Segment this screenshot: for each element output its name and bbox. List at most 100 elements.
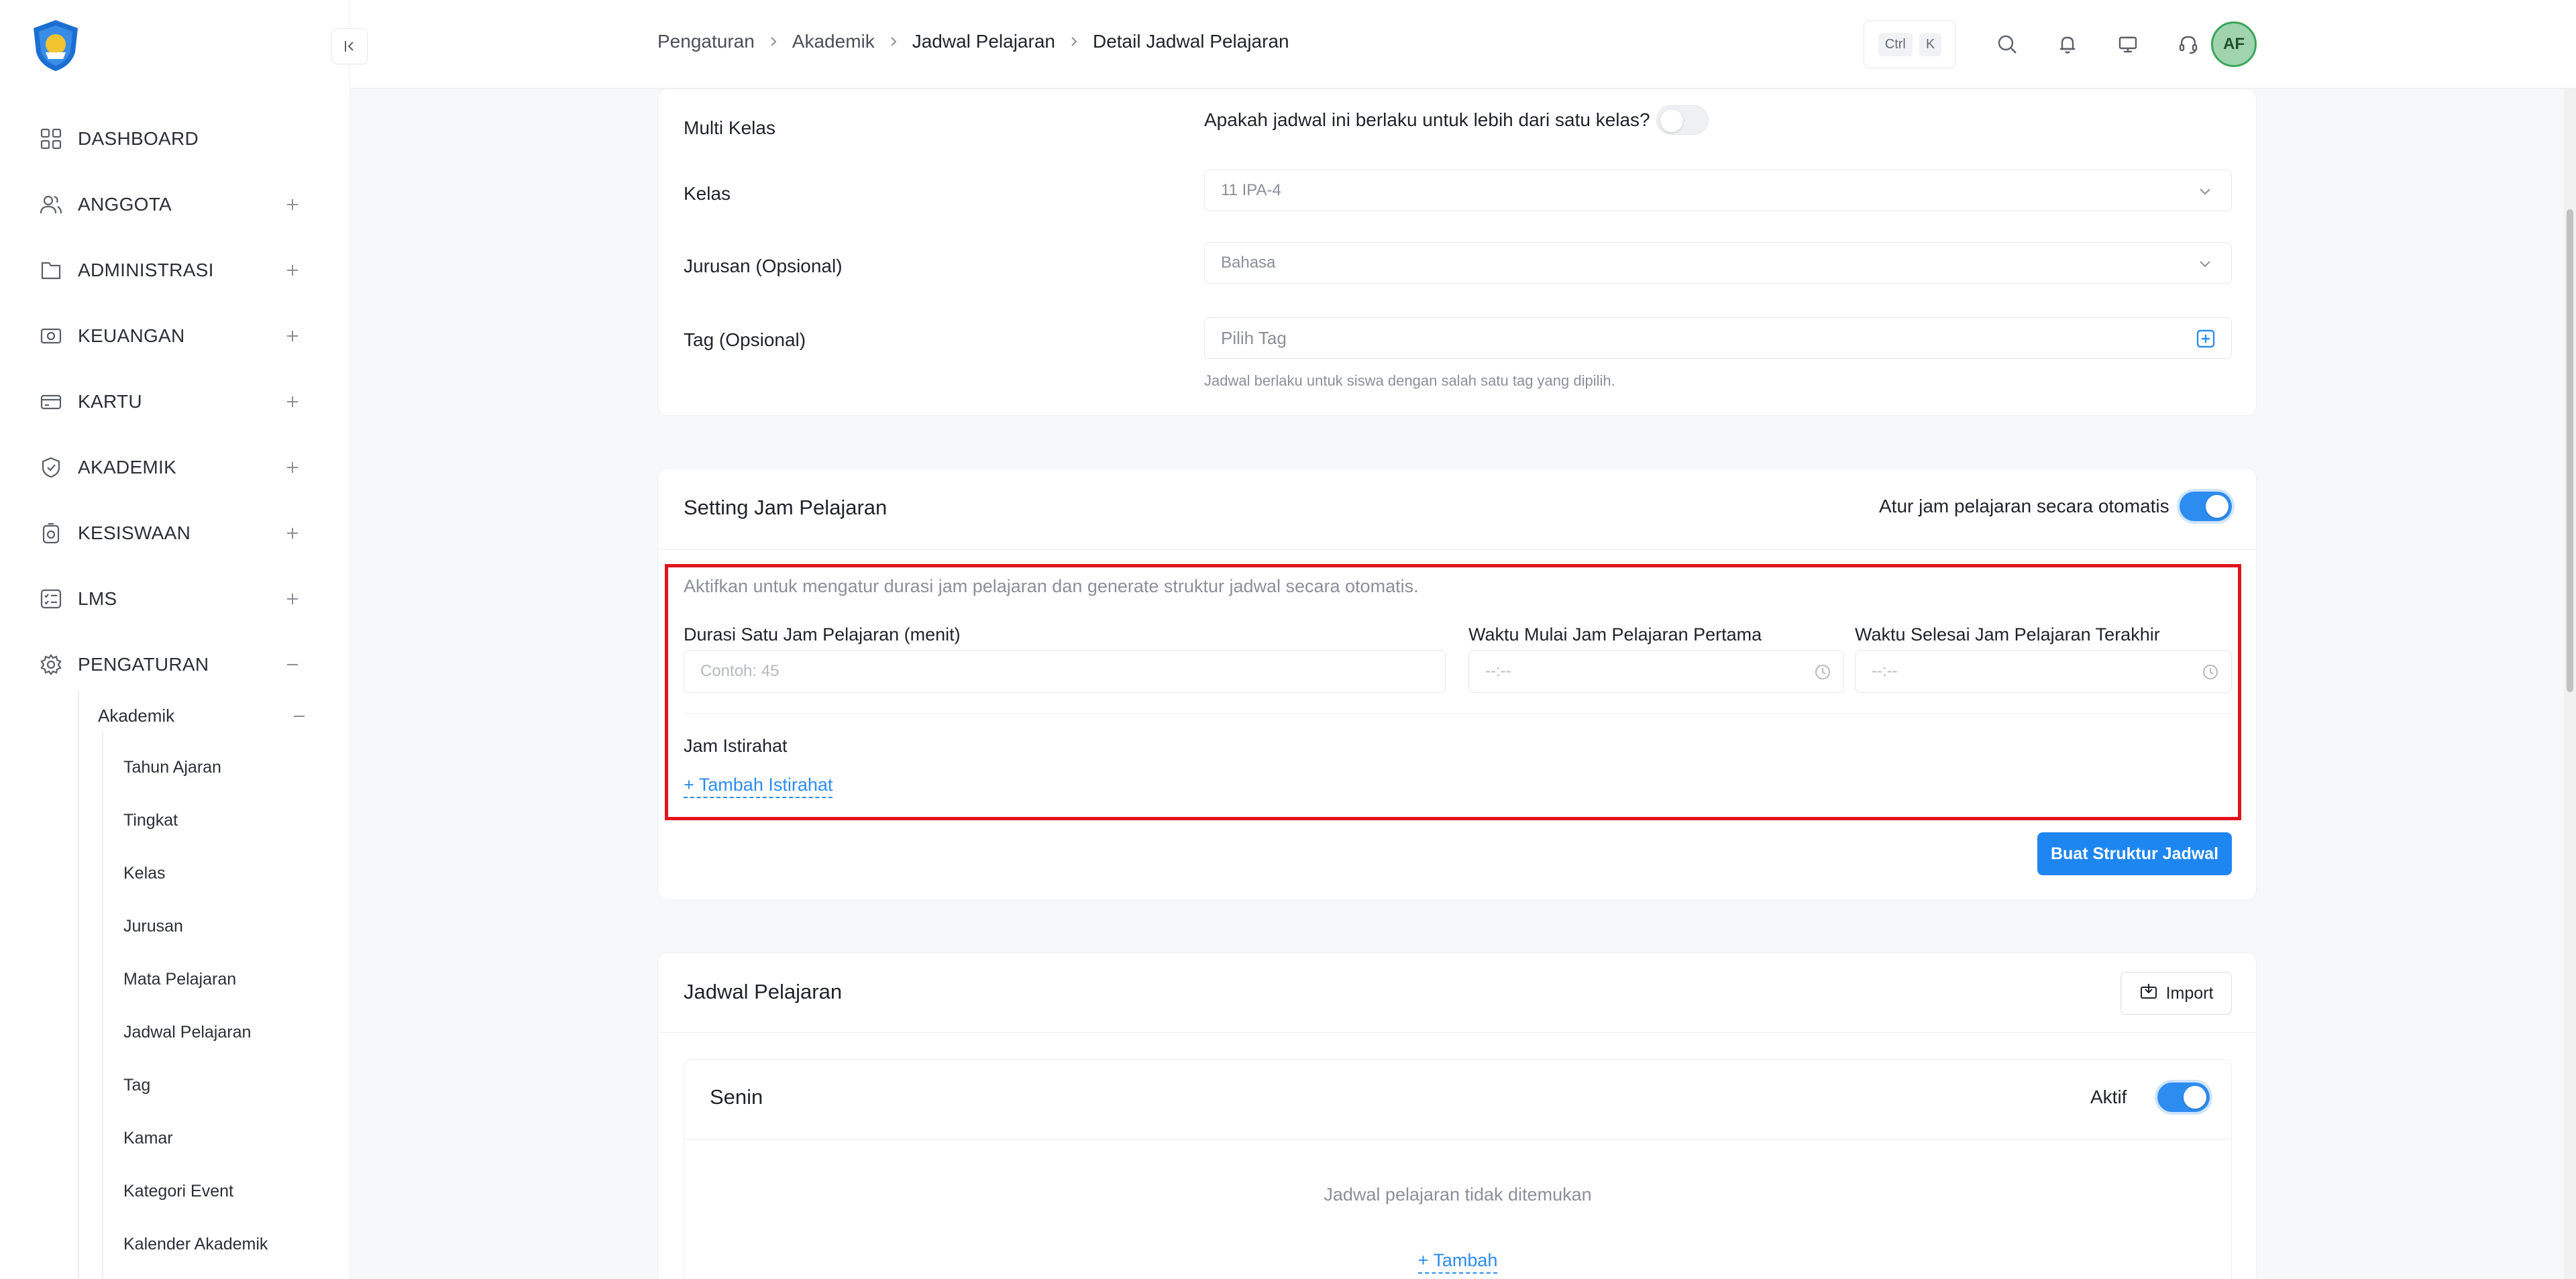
checklist-icon xyxy=(38,586,64,612)
monitor-icon[interactable] xyxy=(2113,30,2143,59)
sidebar-link-kategori-event[interactable]: Kategori Event xyxy=(123,1174,233,1208)
minus-icon[interactable] xyxy=(286,703,313,730)
sidebar-item-pengaturan[interactable]: PENGATURAN xyxy=(38,645,313,685)
import-label: Import xyxy=(2165,983,2214,1003)
day-card-senin: Senin Aktif Jadwal pelajaran tidak ditem… xyxy=(684,1059,2232,1279)
sidebar-item-anggota[interactable]: ANGGOTA xyxy=(38,184,313,225)
sidebar-item-administrasi[interactable]: ADMINISTRASI xyxy=(38,250,313,290)
sidebar-link-mata-pelajaran[interactable]: Mata Pelajaran xyxy=(123,962,236,996)
money-icon xyxy=(38,323,64,349)
auto-schedule-label: Atur jam pelajaran secara otomatis xyxy=(1879,496,2169,516)
jadwal-title: Jadwal Pelajaran xyxy=(684,980,843,1003)
sidebar-link-tingkat[interactable]: Tingkat xyxy=(123,803,178,837)
sidebar-link-jurusan[interactable]: Jurusan xyxy=(123,909,183,943)
sidebar-link-kelas[interactable]: Kelas xyxy=(123,856,166,890)
sidebar-item-label: KEUANGAN xyxy=(78,325,185,346)
avatar[interactable]: AF xyxy=(2211,21,2257,67)
setting-jam-title: Setting Jam Pelajaran xyxy=(684,496,888,519)
sidebar-item-lms[interactable]: LMS xyxy=(38,579,313,619)
breadcrumb-jadwal-pelajaran[interactable]: Jadwal Pelajaran xyxy=(912,31,1055,52)
plus-icon[interactable] xyxy=(279,520,306,547)
jurusan-select[interactable]: Bahasa xyxy=(1204,242,2232,284)
chevron-down-icon xyxy=(2196,182,2214,200)
folder-icon xyxy=(38,257,64,284)
active-label: Aktif xyxy=(2090,1087,2127,1107)
sidebar-item-kesiswaan[interactable]: KESISWAAN xyxy=(38,513,313,553)
jurusan-label: Jurusan (Opsional) xyxy=(684,256,843,276)
tree-line xyxy=(102,731,103,1279)
jurusan-select-value: Bahasa xyxy=(1221,254,1276,272)
plus-icon[interactable] xyxy=(279,191,306,218)
plus-icon[interactable] xyxy=(279,323,306,349)
divider xyxy=(658,549,2256,550)
tag-select[interactable]: Pilih Tag xyxy=(1204,317,2232,359)
sidebar-item-label: LMS xyxy=(78,588,117,609)
multi-kelas-toggle[interactable] xyxy=(1656,105,1709,135)
command-shortcut-button[interactable]: Ctrl K xyxy=(1864,20,1956,68)
day-title: Senin xyxy=(710,1085,763,1109)
toggle-knob xyxy=(2184,1086,2206,1109)
sidebar-item-label: ADMINISTRASI xyxy=(78,260,214,280)
sidebar-link-kalender-akademik[interactable]: Kalender Akademik xyxy=(123,1227,268,1261)
sidebar-item-label: KARTU xyxy=(78,391,142,412)
chevron-down-icon xyxy=(2196,255,2214,272)
plus-icon[interactable] xyxy=(279,257,306,284)
tag-label: Tag (Opsional) xyxy=(684,329,806,350)
plus-icon[interactable] xyxy=(279,388,306,415)
sidebar-item-akademik[interactable]: AKADEMIK xyxy=(38,447,313,488)
top-header: Pengaturan Akademik Jadwal Pelajaran Det… xyxy=(350,0,2576,89)
sidebar-link-tahun-ajaran[interactable]: Tahun Ajaran xyxy=(123,750,221,784)
sidebar-item-dashboard[interactable]: DASHBOARD xyxy=(38,119,313,159)
sidebar-link-kamar[interactable]: Kamar xyxy=(123,1121,173,1155)
logo[interactable] xyxy=(27,17,85,74)
plus-icon[interactable] xyxy=(279,454,306,481)
day-active-toggle[interactable] xyxy=(2157,1082,2210,1112)
sidebar-item-label: KESISWAAN xyxy=(78,522,191,543)
badge-icon xyxy=(38,520,64,547)
gear-icon xyxy=(38,651,64,678)
divider xyxy=(658,1032,2256,1033)
shield-icon xyxy=(38,454,64,481)
grid-icon xyxy=(38,125,64,152)
add-schedule-link[interactable]: + Tambah xyxy=(1417,1250,1498,1274)
tag-hint: Jadwal berlaku untuk siswa dengan salah … xyxy=(1204,372,1615,389)
sidebar-subitem-akademik[interactable]: Akademik xyxy=(98,699,174,732)
chevron-right-icon xyxy=(768,36,779,47)
sidebar-subitem-label: Akademik xyxy=(98,705,175,726)
users-icon xyxy=(38,191,64,218)
kbd-k: K xyxy=(1919,32,1942,56)
headset-icon[interactable] xyxy=(2174,30,2203,59)
minus-icon[interactable] xyxy=(279,651,306,678)
sidebar-item-label: PENGATURAN xyxy=(78,654,209,675)
kbd-ctrl: Ctrl xyxy=(1878,32,1913,56)
scrollbar-thumb[interactable] xyxy=(2567,209,2573,692)
breadcrumb-current: Detail Jadwal Pelajaran xyxy=(1092,31,1289,52)
sidebar-link-tag[interactable]: Tag xyxy=(123,1068,150,1102)
auto-schedule-toggle[interactable] xyxy=(2180,492,2232,521)
toggle-knob xyxy=(2206,495,2229,518)
add-square-icon[interactable] xyxy=(2195,328,2216,349)
build-schedule-button[interactable]: Buat Struktur Jadwal xyxy=(2037,832,2232,875)
kelas-select[interactable]: 11 IPA-4 xyxy=(1204,170,2232,211)
plus-icon[interactable] xyxy=(279,586,306,612)
collapse-sidebar-button[interactable] xyxy=(331,28,368,64)
multi-kelas-question: Apakah jadwal ini berlaku untuk lebih da… xyxy=(1204,109,1650,130)
scrollbar[interactable] xyxy=(2564,89,2576,1279)
breadcrumb: Pengaturan Akademik Jadwal Pelajaran Det… xyxy=(657,31,1289,52)
kelas-select-value: 11 IPA-4 xyxy=(1221,181,1281,199)
search-icon[interactable] xyxy=(1992,30,2022,59)
bell-icon[interactable] xyxy=(2053,30,2082,59)
breadcrumb-pengaturan[interactable]: Pengaturan xyxy=(657,31,755,52)
sidebar-item-keuangan[interactable]: KEUANGAN xyxy=(38,316,313,356)
sidebar-item-label: DASHBOARD xyxy=(78,128,199,149)
class-settings-card: Multi Kelas Apakah jadwal ini berlaku un… xyxy=(657,89,2257,416)
toggle-knob xyxy=(1660,109,1683,132)
import-icon xyxy=(2139,982,2158,1005)
import-button[interactable]: Import xyxy=(2121,972,2232,1015)
sidebar-item-kartu[interactable]: KARTU xyxy=(38,382,313,422)
sidebar-link-jadwal-pelajaran[interactable]: Jadwal Pelajaran xyxy=(123,1015,251,1049)
breadcrumb-akademik[interactable]: Akademik xyxy=(792,31,875,52)
sidebar-item-label: AKADEMIK xyxy=(78,457,177,478)
kelas-label: Kelas xyxy=(684,183,731,204)
chevron-right-icon xyxy=(888,36,899,47)
